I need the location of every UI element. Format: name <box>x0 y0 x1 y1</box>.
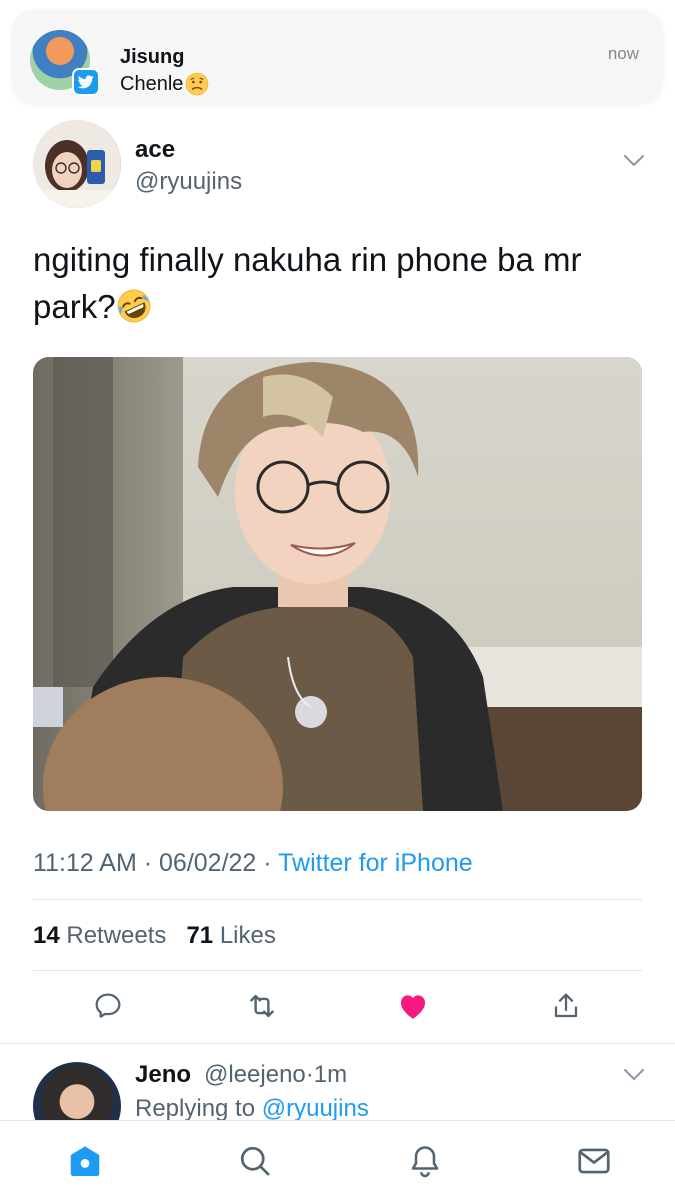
chevron-down-icon[interactable] <box>623 154 645 168</box>
reply-age: 1m <box>313 1061 348 1088</box>
worried-face-emoji <box>186 72 209 96</box>
tweet-stats: 14 Retweets 71 Likes <box>33 922 276 950</box>
reply-separator: · <box>305 1061 314 1088</box>
twitter-bird-icon <box>72 68 100 96</box>
notification-banner[interactable]: Jisung Chenle now <box>12 10 663 104</box>
tweet-meta: 11:12 AM · 06/02/22 · Twitter for iPhone <box>33 849 473 878</box>
tab-home[interactable] <box>65 1141 105 1181</box>
heart-filled-icon <box>400 995 426 1019</box>
author-name[interactable]: ace <box>135 136 175 164</box>
tab-messages[interactable] <box>574 1141 614 1181</box>
chevron-down-icon[interactable] <box>623 1068 645 1082</box>
reply-icon <box>95 993 121 1018</box>
likes-label[interactable]: Likes <box>220 922 276 949</box>
share-button[interactable] <box>546 986 586 1026</box>
retweets-label[interactable]: Retweets <box>66 922 166 949</box>
tweet-date: 06/02/22 <box>159 849 257 877</box>
retweet-button[interactable] <box>242 986 282 1026</box>
reply-button[interactable] <box>88 986 128 1026</box>
tweet-time: 11:12 AM <box>33 849 137 877</box>
tweet-source-link[interactable]: Twitter for iPhone <box>278 849 473 877</box>
notification-body-text: Chenle <box>120 72 184 95</box>
tab-notifications[interactable] <box>405 1141 445 1181</box>
replying-to: Replying to @ryuujins <box>135 1095 369 1123</box>
section-divider <box>0 1043 675 1044</box>
bottom-tab-bar <box>0 1120 675 1200</box>
tweet-media-image[interactable] <box>33 357 642 811</box>
meta-separator: · <box>263 849 272 877</box>
notifications-bell-icon <box>411 1146 439 1178</box>
likes-count[interactable]: 71 <box>186 922 213 949</box>
rolling-on-floor-laughing-emoji <box>117 289 150 323</box>
home-icon <box>70 1146 100 1177</box>
search-icon <box>240 1146 270 1176</box>
messages-envelope-icon <box>578 1148 610 1174</box>
replying-to-handle-link[interactable]: @ryuujins <box>262 1095 369 1122</box>
share-icon <box>554 993 578 1018</box>
reply-meta: @leejeno·1m <box>204 1061 347 1089</box>
tweet-photo <box>33 357 642 811</box>
tweet-actions <box>0 986 675 1026</box>
notification-time: now <box>607 44 639 63</box>
author-avatar-photo <box>33 120 121 208</box>
divider <box>33 970 642 971</box>
like-button[interactable] <box>393 986 433 1026</box>
author-handle[interactable]: @ryuujins <box>135 168 242 196</box>
divider <box>33 899 642 900</box>
retweet-icon <box>250 994 274 1018</box>
replying-to-prefix: Replying to <box>135 1095 256 1122</box>
tweet-text: ngiting finally nakuha rin phone ba mr p… <box>33 236 643 330</box>
reply-author-handle[interactable]: @leejeno <box>204 1061 306 1088</box>
retweets-count[interactable]: 14 <box>33 922 60 949</box>
reply-author-name[interactable]: Jeno <box>135 1061 191 1089</box>
notification-body: Chenle <box>120 72 209 96</box>
meta-separator: · <box>143 849 153 877</box>
tab-search[interactable] <box>235 1141 275 1181</box>
notification-title: Jisung <box>120 46 185 68</box>
author-avatar[interactable] <box>33 120 121 208</box>
